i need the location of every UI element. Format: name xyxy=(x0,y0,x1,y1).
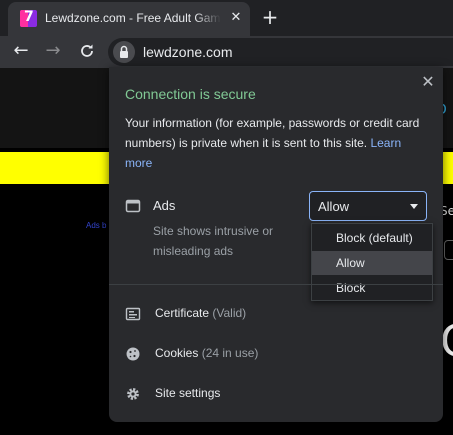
forward-arrow-icon[interactable]: → xyxy=(42,40,64,62)
certificate-status: (Valid) xyxy=(212,306,247,320)
new-tab-icon[interactable]: + xyxy=(260,7,280,27)
ads-window-icon xyxy=(125,199,141,213)
cookie-icon xyxy=(126,347,140,361)
cookies-label-text: Cookies xyxy=(155,346,199,360)
site-info-button[interactable] xyxy=(113,41,135,63)
tab-strip: Lewdzone.com - Free Adult Games ✕ + xyxy=(0,0,453,36)
active-tab[interactable]: Lewdzone.com - Free Adult Games ✕ xyxy=(8,2,250,36)
ads-select-value: Allow xyxy=(318,199,350,214)
cookies-count: (24 in use) xyxy=(201,346,259,360)
ads-dropdown-list: Block (default) Allow Block xyxy=(311,223,433,301)
ads-permission-select[interactable]: Allow xyxy=(309,191,427,221)
tab-title: Lewdzone.com - Free Adult Games xyxy=(45,11,221,27)
connection-description: Your information (for example, passwords… xyxy=(125,113,425,173)
cookies-label: Cookies (24 in use) xyxy=(155,346,258,360)
option-block[interactable]: Block xyxy=(312,276,432,300)
ads-description: Site shows intrusive or misleading ads xyxy=(153,224,274,258)
lock-icon xyxy=(120,45,128,58)
reload-icon[interactable] xyxy=(76,40,98,62)
popup-close-icon[interactable]: ✕ xyxy=(418,72,438,92)
address-bar[interactable]: lewdzone.com xyxy=(108,38,453,66)
certificate-label-text: Certificate xyxy=(155,306,210,320)
certificate-label: Certificate (Valid) xyxy=(155,306,246,320)
tab-close-icon[interactable]: ✕ xyxy=(228,10,244,26)
page-ads-link[interactable]: Ads b xyxy=(86,221,106,230)
page-right-k-button[interactable] xyxy=(444,240,453,260)
browser-toolbar: ← → lewdzone.com xyxy=(0,36,453,68)
ads-label: Ads xyxy=(153,198,176,213)
certificate-icon xyxy=(125,307,141,321)
back-arrow-icon[interactable]: ← xyxy=(10,40,32,62)
chevron-down-icon xyxy=(410,204,418,209)
popup-divider xyxy=(109,284,443,285)
option-block-default[interactable]: Block (default) xyxy=(312,226,432,250)
site-settings-label: Site settings xyxy=(155,386,221,400)
option-allow[interactable]: Allow xyxy=(312,251,432,275)
site-favicon-icon xyxy=(20,10,37,27)
url-text: lewdzone.com xyxy=(143,44,233,60)
gear-icon xyxy=(127,388,139,400)
site-info-popup: ✕ Connection is secure Your information … xyxy=(109,67,443,422)
connection-title: Connection is secure xyxy=(125,86,256,102)
